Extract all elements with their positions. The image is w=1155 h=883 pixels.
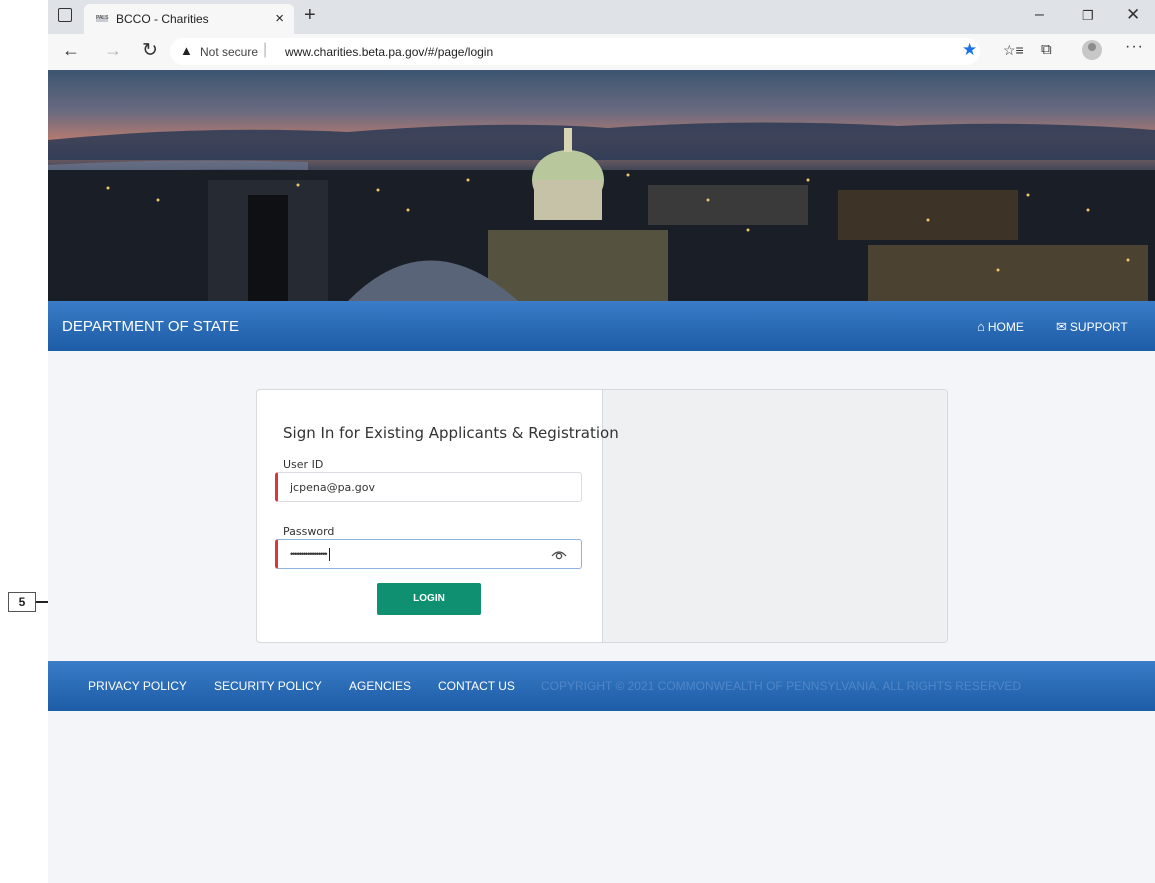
copyright-text: COPYRIGHT © 2021 COMMONWEALTH OF PENNSYL… bbox=[541, 679, 1022, 693]
department-title: DEPARTMENT OF STATE bbox=[62, 318, 239, 335]
password-mask: ••••••••••••••••• bbox=[290, 548, 330, 561]
collections-icon[interactable]: ⧉ bbox=[1041, 41, 1052, 58]
forward-button[interactable]: → bbox=[104, 40, 122, 61]
warning-icon[interactable]: ▲ bbox=[180, 43, 193, 58]
tab-strip: PALS BCCO - Charities × + – ❐ ✕ bbox=[48, 0, 1155, 34]
tab-title: BCCO - Charities bbox=[116, 12, 209, 26]
minimize-button[interactable]: – bbox=[1035, 6, 1044, 24]
support-label: SUPPORT bbox=[1069, 320, 1128, 334]
profile-icon[interactable] bbox=[1082, 40, 1102, 60]
security-label[interactable]: Not secure bbox=[200, 45, 258, 59]
department-header: DEPARTMENT OF STATE ⌂ HOME ✉ SUPPORT bbox=[48, 301, 1155, 351]
login-button[interactable]: LOGIN bbox=[377, 583, 481, 615]
contact-us-link[interactable]: CONTACT US bbox=[438, 679, 515, 693]
back-button[interactable]: ← bbox=[62, 40, 80, 61]
eye-icon[interactable] bbox=[551, 547, 567, 565]
password-label: Password bbox=[283, 525, 335, 538]
privacy-policy-link[interactable]: PRIVACY POLICY bbox=[88, 679, 187, 693]
mail-icon: ✉ bbox=[1056, 319, 1067, 334]
user-id-label: User ID bbox=[283, 458, 324, 471]
user-id-value: jcpena@pa.gov bbox=[290, 481, 376, 494]
agencies-link[interactable]: AGENCIES bbox=[349, 679, 411, 693]
footer: PRIVACY POLICY SECURITY POLICY AGENCIES … bbox=[48, 661, 1155, 711]
address-bar: ← → ↻ ▲ Not secure | www.charities.beta.… bbox=[48, 34, 1155, 71]
support-link[interactable]: ✉ SUPPORT bbox=[1056, 319, 1128, 335]
url-field[interactable]: ▲ Not secure | www.charities.beta.pa.gov… bbox=[170, 38, 980, 65]
browser-window: PALS BCCO - Charities × + – ❐ ✕ ← → ↻ ▲ … bbox=[48, 0, 1155, 883]
home-label: HOME bbox=[987, 320, 1024, 334]
user-id-field[interactable]: jcpena@pa.gov bbox=[275, 472, 582, 502]
favorites-icon[interactable]: ☆≡ bbox=[1003, 42, 1024, 59]
reload-button[interactable]: ↻ bbox=[142, 39, 158, 62]
new-tab-button[interactable]: + bbox=[304, 4, 316, 27]
tab-close-icon[interactable]: × bbox=[275, 10, 284, 27]
restore-button[interactable]: ❐ bbox=[1082, 8, 1094, 24]
login-side-panel bbox=[602, 390, 947, 642]
browser-tab[interactable]: PALS BCCO - Charities × bbox=[84, 4, 294, 34]
url-text[interactable]: www.charities.beta.pa.gov/#/page/login bbox=[285, 45, 493, 59]
favicon-icon: PALS bbox=[96, 15, 109, 22]
sidebar-icon[interactable] bbox=[58, 8, 72, 22]
star-icon[interactable]: ★ bbox=[962, 40, 977, 60]
login-title: Sign In for Existing Applicants & Regist… bbox=[283, 424, 619, 442]
url-separator: | bbox=[263, 41, 268, 58]
more-icon[interactable]: ··· bbox=[1125, 38, 1144, 56]
password-field[interactable]: ••••••••••••••••• bbox=[275, 539, 582, 569]
callout-number: 5 bbox=[8, 592, 36, 612]
login-card: Sign In for Existing Applicants & Regist… bbox=[256, 389, 948, 643]
home-link[interactable]: ⌂ HOME bbox=[977, 319, 1024, 334]
hero-banner bbox=[48, 70, 1155, 301]
security-policy-link[interactable]: SECURITY POLICY bbox=[214, 679, 322, 693]
home-icon: ⌂ bbox=[977, 319, 985, 334]
close-window-button[interactable]: ✕ bbox=[1126, 5, 1140, 25]
